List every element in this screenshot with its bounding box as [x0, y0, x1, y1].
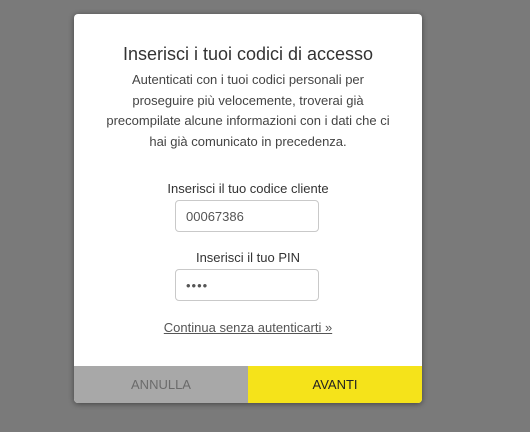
modal-title: Inserisci i tuoi codici di accesso — [122, 44, 374, 64]
next-button[interactable]: AVANTI — [248, 366, 422, 403]
cancel-button[interactable]: ANNULLA — [74, 366, 248, 403]
continue-without-auth-link[interactable]: Continua senza autenticarti » — [74, 320, 422, 335]
client-code-input[interactable] — [175, 200, 319, 232]
modal-description: Autenticati con i tuoi codici personali … — [106, 72, 390, 149]
client-code-label: Inserisci il tuo codice cliente — [167, 181, 329, 196]
pin-input[interactable] — [175, 269, 319, 301]
login-modal: Inserisci i tuoi codici di accesso Auten… — [74, 14, 422, 403]
pin-label: Inserisci il tuo PIN — [195, 250, 301, 265]
